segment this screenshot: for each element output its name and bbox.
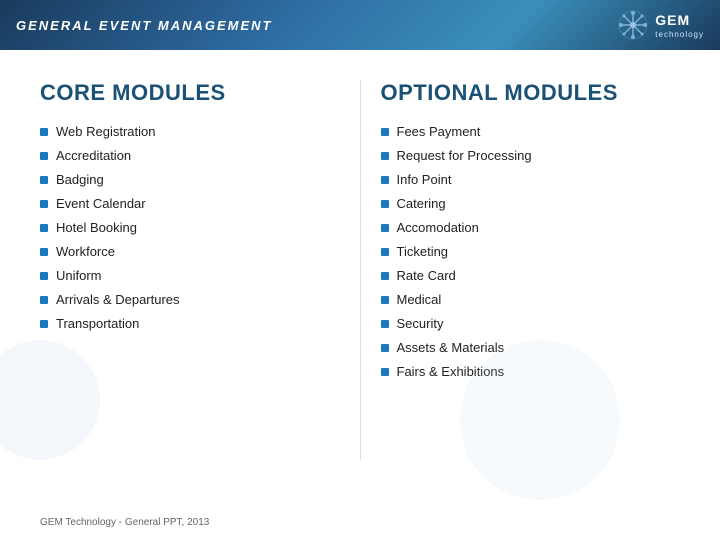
bullet-icon bbox=[381, 152, 389, 160]
footer-text: GEM Technology - General PPT, 2013 bbox=[40, 517, 209, 528]
module-label: Request for Processing bbox=[397, 148, 532, 163]
module-label: Catering bbox=[397, 196, 446, 211]
list-item: Ticketing bbox=[381, 244, 681, 259]
module-label: Accomodation bbox=[397, 220, 479, 235]
header-title: General Event Management bbox=[16, 18, 273, 33]
module-label: Accreditation bbox=[56, 148, 131, 163]
module-label: Assets & Materials bbox=[397, 340, 505, 355]
footer: GEM Technology - General PPT, 2013 bbox=[40, 517, 209, 528]
module-label: Ticketing bbox=[397, 244, 449, 259]
module-label: Workforce bbox=[56, 244, 115, 259]
bullet-icon bbox=[40, 200, 48, 208]
core-modules-title: CORE MODULES bbox=[40, 80, 340, 106]
bullet-icon bbox=[381, 224, 389, 232]
header: General Event Management G bbox=[0, 0, 720, 50]
main-content: CORE MODULES Web Registration Accreditati… bbox=[0, 50, 720, 530]
list-item: Catering bbox=[381, 196, 681, 211]
list-item: Hotel Booking bbox=[40, 220, 340, 235]
bullet-icon bbox=[381, 128, 389, 136]
module-label: Web Registration bbox=[56, 124, 155, 139]
module-label: Rate Card bbox=[397, 268, 456, 283]
logo-text: GEM bbox=[655, 12, 690, 28]
column-divider bbox=[360, 80, 361, 460]
list-item: Rate Card bbox=[381, 268, 681, 283]
list-item: Badging bbox=[40, 172, 340, 187]
list-item: Workforce bbox=[40, 244, 340, 259]
bullet-icon bbox=[40, 224, 48, 232]
module-label: Event Calendar bbox=[56, 196, 146, 211]
list-item: Info Point bbox=[381, 172, 681, 187]
list-item: Medical bbox=[381, 292, 681, 307]
bullet-icon bbox=[40, 248, 48, 256]
bullet-icon bbox=[40, 152, 48, 160]
optional-modules-title: OPTIONAL MODULES bbox=[381, 80, 681, 106]
logo-sub: technology bbox=[655, 30, 704, 39]
list-item: Event Calendar bbox=[40, 196, 340, 211]
list-item: Accomodation bbox=[381, 220, 681, 235]
bullet-icon bbox=[40, 176, 48, 184]
module-label: Hotel Booking bbox=[56, 220, 137, 235]
bullet-icon bbox=[381, 272, 389, 280]
module-label: Security bbox=[397, 316, 444, 331]
core-modules-column: CORE MODULES Web Registration Accreditati… bbox=[40, 80, 340, 510]
module-label: Medical bbox=[397, 292, 442, 307]
bullet-icon bbox=[40, 320, 48, 328]
list-item: Arrivals & Departures bbox=[40, 292, 340, 307]
list-item: Web Registration bbox=[40, 124, 340, 139]
list-item: Security bbox=[381, 316, 681, 331]
module-label: Info Point bbox=[397, 172, 452, 187]
bullet-icon bbox=[381, 344, 389, 352]
module-label: Uniform bbox=[56, 268, 102, 283]
watermark-right bbox=[460, 340, 620, 500]
list-item: Transportation bbox=[40, 316, 340, 331]
logo-text-area: GEM technology bbox=[655, 12, 704, 39]
bullet-icon bbox=[40, 128, 48, 136]
bullet-icon bbox=[381, 248, 389, 256]
module-label: Badging bbox=[56, 172, 104, 187]
bullet-icon bbox=[381, 176, 389, 184]
module-label: Fees Payment bbox=[397, 124, 481, 139]
bullet-icon bbox=[40, 296, 48, 304]
module-label: Arrivals & Departures bbox=[56, 292, 180, 307]
bullet-icon bbox=[381, 296, 389, 304]
list-item: Request for Processing bbox=[381, 148, 681, 163]
core-modules-list: Web Registration Accreditation Badging Even… bbox=[40, 124, 340, 331]
bullet-icon bbox=[40, 272, 48, 280]
module-label: Transportation bbox=[56, 316, 139, 331]
list-item: Accreditation bbox=[40, 148, 340, 163]
logo-area: GEM technology bbox=[617, 9, 704, 41]
list-item: Fees Payment bbox=[381, 124, 681, 139]
bullet-icon bbox=[381, 320, 389, 328]
bullet-icon bbox=[381, 200, 389, 208]
gem-logo-icon bbox=[617, 9, 649, 41]
bullet-icon bbox=[381, 368, 389, 376]
list-item: Uniform bbox=[40, 268, 340, 283]
